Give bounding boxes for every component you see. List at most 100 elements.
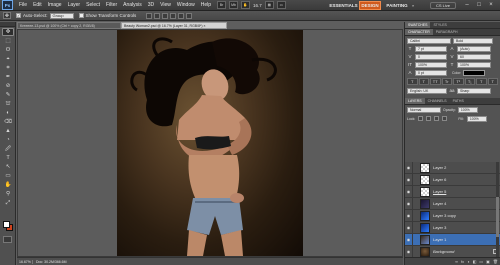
tab-layers[interactable]: LAYERS [405,98,425,104]
maximize-icon[interactable]: □ [474,1,484,9]
gradient-tool-icon[interactable]: ▲ [2,127,14,135]
layer-thumbnail[interactable] [420,210,430,221]
clone-stamp-tool-icon[interactable]: ⛫ [2,100,14,108]
underline-button[interactable]: T [476,78,487,85]
layer-row[interactable]: ◉ Layer 5 [405,185,500,198]
layer-thumbnail[interactable] [420,186,430,197]
menu-view[interactable]: View [157,2,174,8]
visibility-eye-icon[interactable]: ◉ [405,185,413,198]
layer-row[interactable]: ◉ Layer 2 [405,161,500,174]
visibility-eye-icon[interactable]: ◉ [405,209,413,222]
kerning-field[interactable]: 0 [415,53,447,60]
layers-scroll-thumb[interactable] [496,197,499,237]
image-canvas[interactable] [117,30,303,256]
eyedropper-tool-icon[interactable]: ✒ [2,73,14,81]
hand-tool-icon[interactable]: ✋ [2,181,14,189]
minimize-icon[interactable]: – [462,1,472,9]
workspace-essentials[interactable]: ESSENTIALS [329,1,357,10]
blend-mode-dropdown[interactable]: Normal [407,107,441,113]
tab-swatches[interactable]: SWATCHES [405,22,431,28]
visibility-eye-icon[interactable]: ◉ [405,221,413,234]
align-top-icon[interactable] [146,12,153,19]
quick-select-tool-icon[interactable]: ⌖ [2,55,14,63]
menu-help[interactable]: Help [198,2,214,8]
visibility-eye-icon[interactable]: ◉ [405,173,413,186]
tab-paths[interactable]: PATHS [450,98,467,104]
layer-thumbnail[interactable] [420,222,430,233]
small-caps-button[interactable]: Tr [441,78,452,85]
text-color-swatch[interactable] [463,69,486,76]
workspace-more-chevron-icon[interactable]: » [412,3,414,8]
layer-name[interactable]: Layer 4 [433,201,446,206]
menu-window[interactable]: Window [174,2,198,8]
layer-row[interactable]: ◉ Layer 1 [405,233,500,246]
layer-name[interactable]: Layer 1 [433,237,446,242]
align-right-icon[interactable] [186,12,193,19]
font-style-dropdown[interactable]: Bold [453,37,493,44]
layer-row[interactable]: ◉ Layer 3 copy [405,209,500,222]
layer-name[interactable]: Layer 3 copy [433,213,456,218]
tab-character[interactable]: CHARACTER [405,29,433,35]
tracking-field[interactable]: 60 [457,53,491,60]
visibility-eye-icon[interactable]: ◉ [405,197,413,210]
layer-name[interactable]: Layer 6 [433,177,446,182]
delete-layer-icon[interactable]: 🗑 [493,259,498,264]
lock-pixels-icon[interactable] [426,116,432,121]
font-size-field[interactable]: 7 pt [415,45,447,52]
adjustment-layer-icon[interactable]: ◑ [467,259,469,264]
layer-name[interactable]: Background [433,249,454,254]
healing-brush-tool-icon[interactable]: ⊘ [2,82,14,90]
fill-field[interactable]: 100% [466,115,487,122]
subscript-button[interactable]: T₁ [464,78,475,85]
brush-tool-icon[interactable]: ✎ [2,91,14,99]
close-icon[interactable]: × [486,1,496,9]
path-selection-tool-icon[interactable]: ↖ [2,163,14,171]
screen-mode-icon[interactable]: ▭ [276,1,286,9]
new-layer-icon[interactable]: ▣ [486,259,490,264]
type-tool-icon[interactable]: T [2,154,14,162]
3d-rotate-tool-icon[interactable]: ⤢ [2,199,14,207]
show-transform-checkbox[interactable] [78,13,84,18]
layer-row[interactable]: ◉ Layer 4 [405,197,500,210]
pen-tool-icon[interactable]: 🖉 [2,145,14,153]
strikethrough-button[interactable]: T [487,78,498,85]
workspace-painting[interactable]: PAINTING [384,1,410,10]
marquee-tool-icon[interactable]: ⬚ [2,37,14,45]
lock-position-icon[interactable] [434,116,440,121]
document-tab-beauty-woman[interactable]: Beauty Woman2.psd @ 16.7% (Layer 31, RGB… [121,22,227,29]
menu-select[interactable]: Select [83,2,103,8]
layer-name[interactable]: Layer 2 [433,165,446,170]
zoom-tool-icon[interactable]: ⚲ [2,190,14,198]
visibility-eye-icon[interactable]: ◉ [405,245,413,258]
quick-mask-button[interactable] [3,236,12,243]
tools-panel-grip[interactable] [0,22,15,27]
lasso-tool-icon[interactable]: ʘ [2,46,14,54]
layer-row[interactable]: ◉ Layer 3 [405,221,500,234]
launch-bridge-icon[interactable]: Br [217,1,227,9]
link-layers-icon[interactable]: ∞ [455,259,458,264]
layer-name[interactable]: Layer 3 [433,225,446,230]
baseline-shift-field[interactable]: 0 pt [415,69,447,76]
hand-view-icon[interactable]: ✋ [241,1,251,9]
move-tool-preset-icon[interactable]: ✥ [3,12,11,19]
shape-tool-icon[interactable]: ▭ [2,172,14,180]
superscript-button[interactable]: T¹ [453,78,464,85]
all-caps-button[interactable]: TT [430,78,441,85]
menu-filter[interactable]: Filter [103,2,120,8]
auto-select-checkbox[interactable]: ✓ [16,13,21,18]
move-tool-icon[interactable]: ✥ [2,28,14,36]
crop-tool-icon[interactable]: ⌗ [2,64,14,72]
layer-thumbnail[interactable] [420,246,430,257]
language-dropdown[interactable]: English: UK [407,87,447,94]
lock-transparent-icon[interactable] [418,116,424,121]
layer-thumbnail[interactable] [420,174,430,185]
layers-scrollbar[interactable] [496,162,499,257]
opacity-field[interactable]: 100% [457,107,478,113]
new-group-icon[interactable]: ▭ [479,259,483,264]
menu-3d[interactable]: 3D [145,2,157,8]
horizontal-scale-field[interactable]: 100% [457,61,491,68]
history-brush-tool-icon[interactable]: ◐ [2,109,14,117]
eraser-tool-icon[interactable]: ⌫ [2,118,14,126]
visibility-eye-icon[interactable]: ◉ [405,161,413,174]
workspace-design[interactable]: DESIGN [359,1,381,10]
